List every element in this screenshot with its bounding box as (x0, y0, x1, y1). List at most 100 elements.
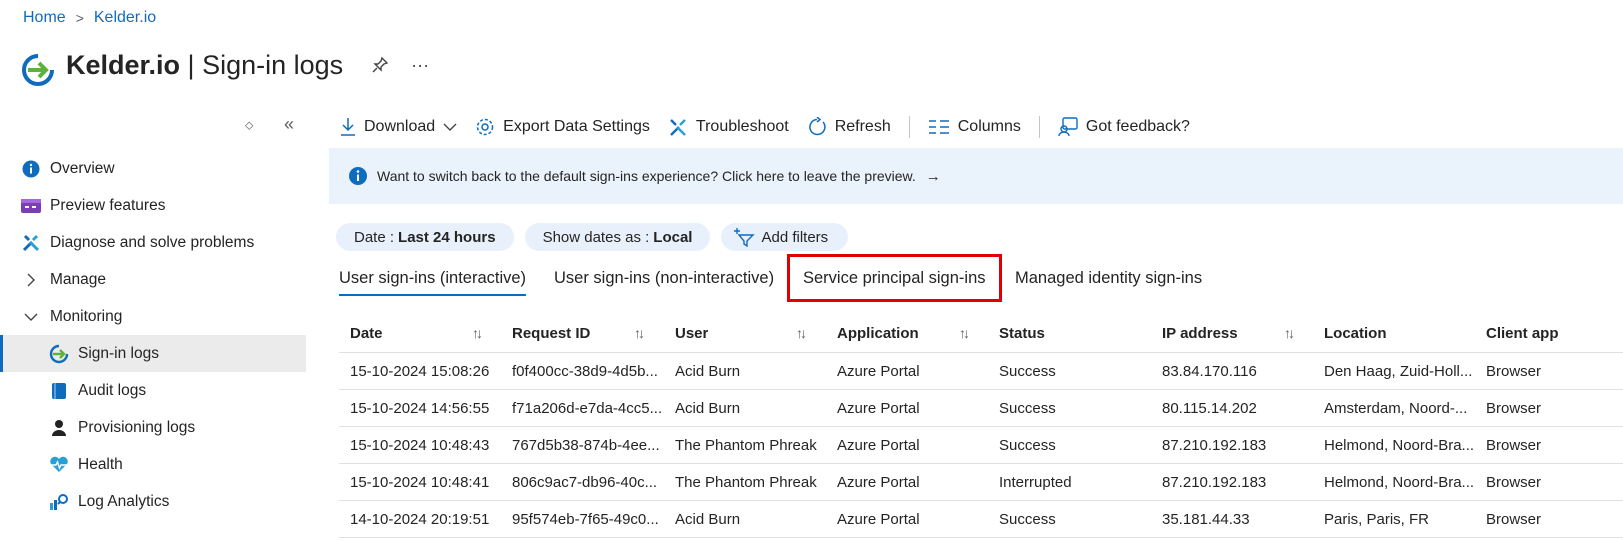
breadcrumb-home[interactable]: Home (23, 9, 66, 27)
toolbar-divider (908, 116, 910, 138)
signin-icon (49, 344, 69, 364)
cell-status: Success (999, 510, 1056, 528)
table-row[interactable]: 15-10-2024 10:48:43 767d5b38-874b-4ee...… (339, 427, 1623, 464)
table-header-row: Date ↑↓ Request ID ↑↓ User ↑↓ Applicatio… (339, 315, 1623, 353)
table-row[interactable]: 15-10-2024 15:08:26 f0f400cc-38d9-4d5b..… (339, 353, 1623, 390)
cell-application: Azure Portal (837, 362, 920, 380)
cell-location: Amsterdam, Noord-... (1324, 399, 1468, 417)
cell-ip-address: 87.210.192.183 (1162, 473, 1267, 491)
columns-button[interactable]: Columns (928, 118, 1021, 136)
toolbar-divider (1038, 116, 1040, 138)
add-filter-icon (734, 228, 756, 247)
more-options-icon[interactable]: ··· (411, 55, 429, 76)
cell-application: Azure Portal (837, 473, 920, 491)
sidebar-item-overview[interactable]: Overview (0, 150, 306, 187)
column-header-date[interactable]: Date (350, 315, 383, 352)
page-header: Kelder.io | Sign-in logs ··· (20, 42, 429, 88)
analytics-icon (49, 492, 69, 512)
column-header-location[interactable]: Location (1324, 315, 1387, 352)
cell-date: 15-10-2024 10:48:43 (350, 436, 490, 454)
tab-user-non-interactive[interactable]: User sign-ins (non-interactive) (554, 262, 774, 296)
sidebar: ⬦ « Overview Preview features Diagnose a… (0, 112, 306, 520)
arrow-right-icon[interactable]: → (926, 168, 941, 185)
cell-request-id: 767d5b38-874b-4ee... (512, 436, 660, 454)
gear-icon (476, 118, 494, 136)
pin-icon[interactable] (371, 56, 389, 74)
cell-client-app: Browser (1486, 362, 1542, 380)
column-header-client-app[interactable]: Client app (1486, 315, 1559, 352)
cell-user: Acid Burn (675, 362, 741, 380)
preview-banner[interactable]: Want to switch back to the default sign-… (329, 148, 1623, 204)
sidebar-item-audit-logs[interactable]: Audit logs (0, 372, 306, 409)
sort-updown-icon[interactable]: ⬦ (245, 118, 253, 133)
cell-client-app: Browser (1486, 436, 1542, 454)
sort-icon[interactable]: ↑↓ (796, 325, 807, 341)
cell-location: Paris, Paris, FR (1324, 510, 1430, 528)
cell-date: 15-10-2024 10:48:41 (350, 473, 490, 491)
sidebar-item-diagnose[interactable]: Diagnose and solve problems (0, 224, 306, 261)
sort-icon[interactable]: ↑↓ (1284, 325, 1295, 341)
cell-status: Success (999, 362, 1056, 380)
download-button[interactable]: Download (340, 117, 457, 137)
cell-client-app: Browser (1486, 510, 1542, 528)
breadcrumb-kelder[interactable]: Kelder.io (94, 9, 156, 27)
sidebar-item-monitoring[interactable]: Monitoring (0, 298, 306, 335)
cell-user: The Phantom Phreak (675, 436, 817, 454)
sidebar-item-preview-features[interactable]: Preview features (0, 187, 306, 224)
tab-managed-identity[interactable]: Managed identity sign-ins (1015, 262, 1202, 296)
sort-icon[interactable]: ↑↓ (472, 325, 483, 341)
sign-in-table: Date ↑↓ Request ID ↑↓ User ↑↓ Applicatio… (339, 315, 1623, 538)
sign-in-type-tabs: User sign-ins (interactive) User sign-in… (339, 254, 1623, 302)
banner-message: Want to switch back to the default sign-… (377, 168, 916, 184)
feedback-icon (1058, 117, 1078, 137)
sort-icon[interactable]: ↑↓ (634, 325, 645, 341)
refresh-button[interactable]: Refresh (807, 117, 891, 137)
sidebar-item-provisioning-logs[interactable]: Provisioning logs (0, 409, 306, 446)
table-row[interactable]: 15-10-2024 10:48:41 806c9ac7-db96-40c...… (339, 464, 1623, 501)
cell-status: Interrupted (999, 473, 1072, 491)
sidebar-item-log-analytics[interactable]: Log Analytics (0, 483, 306, 520)
command-bar: Download Export Data Settings Troublesho… (340, 114, 1208, 140)
export-data-settings-button[interactable]: Export Data Settings (475, 117, 650, 137)
filter-bar: Date : Last 24 hours Show dates as : Local… (336, 223, 849, 251)
info-icon (349, 167, 367, 185)
collapse-sidebar-icon[interactable]: « (284, 114, 294, 135)
sidebar-item-health[interactable]: Health (0, 446, 306, 483)
table-row[interactable]: 15-10-2024 14:56:55 f71a206d-e7da-4cc5..… (339, 390, 1623, 427)
table-row[interactable]: 14-10-2024 20:19:51 95f574eb-7f65-49c0..… (339, 501, 1623, 538)
heart-pulse-icon (49, 455, 69, 475)
cell-application: Azure Portal (837, 436, 920, 454)
cell-status: Success (999, 399, 1056, 417)
breadcrumb: Home > Kelder.io (23, 9, 156, 27)
cell-client-app: Browser (1486, 399, 1542, 417)
tab-service-principal[interactable]: Service principal sign-ins (787, 254, 1002, 302)
cell-date: 15-10-2024 14:56:55 (350, 399, 490, 417)
person-icon (49, 418, 69, 438)
show-dates-pill[interactable]: Show dates as : Local (524, 223, 711, 251)
cell-ip-address: 83.84.170.116 (1162, 362, 1257, 380)
date-filter-pill[interactable]: Date : Last 24 hours (336, 223, 514, 251)
add-filters-button[interactable]: Add filters (721, 223, 849, 251)
cell-request-id: 95f574eb-7f65-49c0... (512, 510, 659, 528)
cell-request-id: f71a206d-e7da-4cc5... (512, 399, 663, 417)
column-header-application[interactable]: Application (837, 315, 919, 352)
cell-location: Helmond, Noord-Bra... (1324, 473, 1475, 491)
column-header-user[interactable]: User (675, 315, 708, 352)
sidebar-item-sign-in-logs[interactable]: Sign-in logs (0, 335, 306, 372)
column-header-request-id[interactable]: Request ID (512, 315, 590, 352)
info-icon (21, 159, 41, 179)
cell-user: Acid Burn (675, 510, 741, 528)
signin-logs-icon (22, 54, 54, 86)
chevron-down-icon (21, 307, 41, 327)
sidebar-item-manage[interactable]: Manage (0, 261, 306, 298)
troubleshoot-button[interactable]: Troubleshoot (668, 117, 789, 137)
page-title: Kelder.io | Sign-in logs (66, 49, 344, 80)
column-header-ip-address[interactable]: IP address (1162, 315, 1238, 352)
column-header-status[interactable]: Status (999, 315, 1045, 352)
sort-icon[interactable]: ↑↓ (959, 325, 970, 341)
tab-user-interactive[interactable]: User sign-ins (interactive) (339, 262, 527, 296)
feedback-button[interactable]: Got feedback? (1058, 117, 1190, 137)
columns-icon (928, 120, 949, 134)
cell-request-id: f0f400cc-38d9-4d5b... (512, 362, 658, 380)
cell-status: Success (999, 436, 1056, 454)
